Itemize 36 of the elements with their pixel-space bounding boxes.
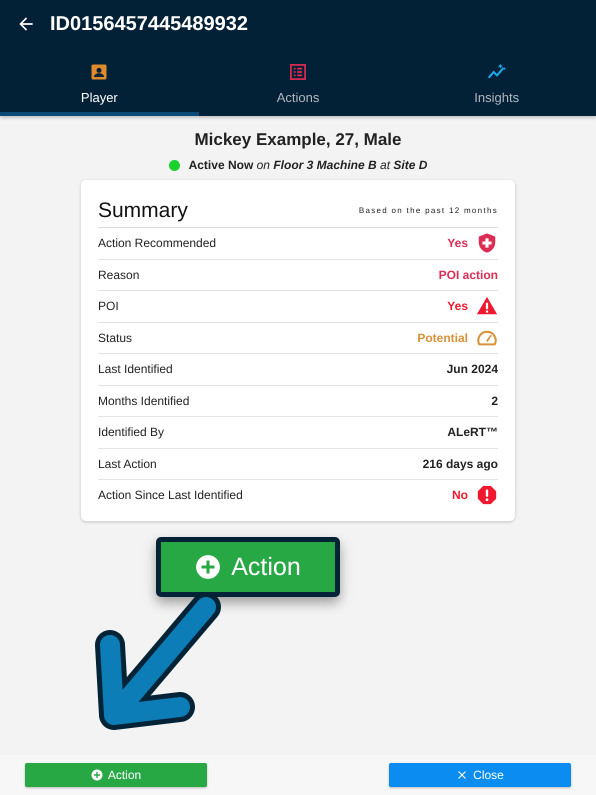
row-label: Action Recommended	[98, 236, 218, 250]
row-label: Last Action	[98, 456, 158, 471]
action-callout: Action	[156, 537, 340, 597]
tab[interactable]: Actions	[198, 48, 398, 116]
row-value: No	[452, 488, 468, 502]
card-note: Based on the past 12 months	[358, 206, 498, 217]
row-value: Potential	[417, 330, 468, 345]
alert-icon	[476, 484, 498, 506]
row-value: POI action	[438, 268, 498, 282]
player-name: Mickey Example, 27, Male	[194, 130, 402, 150]
row-label: Reason	[98, 268, 140, 282]
row-value: 2	[491, 394, 498, 408]
close-icon	[456, 769, 468, 781]
presence-text: Active Now on Floor 3 Machine B at Site D	[188, 158, 428, 172]
plus-icon	[195, 554, 222, 580]
warning-icon	[476, 295, 498, 318]
row-label: Identified By	[98, 425, 166, 440]
list-icon	[288, 62, 308, 82]
row-value: 216 days ago	[422, 456, 498, 471]
tab[interactable]: Player	[0, 48, 199, 116]
row-value: Yes	[447, 299, 468, 314]
plus-icon	[90, 769, 103, 781]
row-label: Last Identified	[98, 362, 174, 376]
row-value: ALeRT™	[447, 425, 498, 440]
trend-icon	[486, 62, 507, 82]
tab[interactable]: Insights	[397, 48, 596, 116]
card-title: Summary	[98, 199, 188, 223]
page-title: ID0156457445489932	[50, 12, 248, 36]
person-icon	[89, 62, 110, 82]
shield-icon	[476, 232, 498, 254]
row-label: Action Since Last Identified	[98, 488, 244, 502]
row-value: Jun 2024	[446, 362, 498, 376]
row-label: Status	[98, 330, 134, 345]
row-value: Yes	[447, 236, 468, 250]
row-label: POI	[98, 299, 120, 314]
row-label: Months Identified	[98, 394, 190, 408]
